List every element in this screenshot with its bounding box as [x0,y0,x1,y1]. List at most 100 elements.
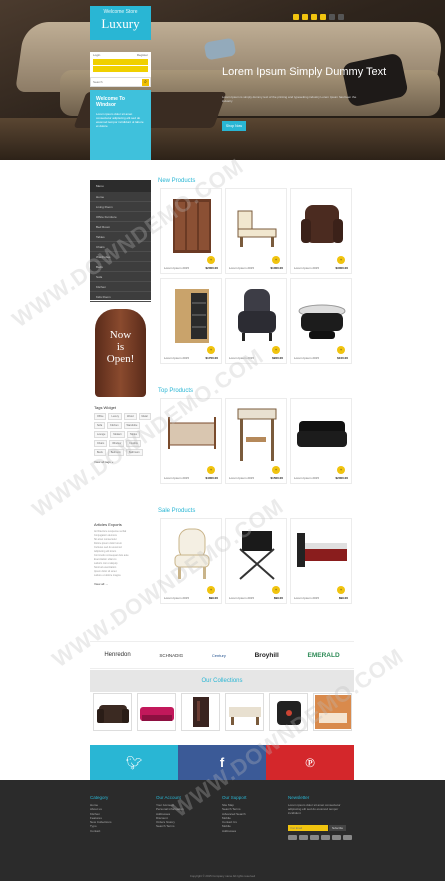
product-card[interactable]: + Lorem Ipsum 2015 $100.00 [290,278,352,364]
add-to-cart-icon[interactable]: + [337,586,345,594]
sidebar-item[interactable]: Tables [90,232,151,242]
tag-chip[interactable]: Modern [110,431,125,438]
tag-chip[interactable]: Tables [126,431,141,438]
collection-thumb[interactable] [269,693,308,731]
promo-banner[interactable]: Now is Open! [90,305,151,397]
add-to-cart-icon[interactable]: + [207,586,215,594]
tag-chip[interactable]: Sofa [94,422,106,429]
sidebar-item[interactable]: Living Room [90,202,151,212]
product-image[interactable] [230,193,284,257]
sidebar-item[interactable]: Office Furniture [90,212,151,222]
username-field[interactable] [93,59,148,65]
brand-century[interactable]: Century [212,653,226,658]
product-name[interactable]: Lorem Ipsum 2015 [164,356,189,360]
view-all-tags-link[interactable]: View all tags » [94,460,151,464]
tag-chip[interactable]: Luxury [108,413,122,420]
collection-thumb[interactable] [313,693,352,731]
product-name[interactable]: Lorem Ipsum 2015 [229,476,254,480]
twitter-icon[interactable]: 🐦︎ [90,745,178,780]
product-card[interactable]: + Lorem Ipsum 2015 $900.00 [225,278,287,364]
view-all-articles-link[interactable]: View all → [94,582,151,586]
search-input[interactable] [91,78,141,86]
tag-chip[interactable]: Wood [124,413,137,420]
slider-dot[interactable] [311,14,317,20]
add-to-cart-icon[interactable]: + [207,346,215,354]
collection-thumb[interactable] [93,693,132,731]
search-icon[interactable]: ⌕ [142,79,149,86]
product-image[interactable] [295,193,349,257]
facebook-icon[interactable]: f [178,745,266,780]
product-name[interactable]: Lorem Ipsum 2015 [229,596,254,600]
tag-chip[interactable]: Bedroom [107,449,124,456]
sidebar-item[interactable]: Wardrobes [90,252,151,262]
product-card[interactable]: + Lorem Ipsum 2015 $1500.00 [225,398,287,484]
product-card[interactable]: + Lorem Ipsum 2015 $99.00 [290,518,352,604]
tag-chip[interactable]: Kitchen [107,422,122,429]
product-name[interactable]: Lorem Ipsum 2015 [229,356,254,360]
site-logo[interactable]: Welcome Store Luxury [90,6,151,40]
add-to-cart-icon[interactable]: + [272,586,280,594]
shop-now-button[interactable]: Shop Now [222,121,246,131]
tag-chip[interactable]: Windsor [109,440,125,447]
tag-chip[interactable]: Flexible [126,440,142,447]
register-link[interactable]: Register [137,53,148,57]
collection-thumb[interactable] [181,693,220,731]
product-image[interactable] [230,283,284,347]
product-image[interactable] [165,523,219,587]
tag-chip[interactable]: Wardrobe [123,422,141,429]
tag-chip[interactable]: Lounge [94,431,109,438]
add-to-cart-icon[interactable]: + [207,256,215,264]
product-image[interactable] [165,403,219,467]
footer-link[interactable]: Personal information [156,807,184,811]
product-name[interactable]: Lorem Ipsum 2015 [294,476,319,480]
tag-chip[interactable]: Chairs [94,440,108,447]
add-to-cart-icon[interactable]: + [337,466,345,474]
password-field[interactable] [93,66,148,72]
slider-dot[interactable] [320,14,326,20]
add-to-cart-icon[interactable]: + [337,346,345,354]
sidebar-item[interactable]: Sofa [90,272,151,282]
product-name[interactable]: Lorem Ipsum 2015 [164,596,189,600]
login-link[interactable]: Login [93,53,100,57]
product-name[interactable]: Lorem Ipsum 2015 [164,476,189,480]
sidebar-item[interactable]: Bed Room [90,222,151,232]
sidebar-item[interactable]: Chairs [90,242,151,252]
product-card[interactable]: + Lorem Ipsum 2015 $99.00 [160,518,222,604]
sidebar-item[interactable]: Kitchen [90,282,151,292]
article-link[interactable]: Labore et dolore magna [94,574,151,578]
product-image[interactable] [230,523,284,587]
collection-thumb[interactable] [137,693,176,731]
product-image[interactable] [295,283,349,347]
product-card[interactable]: + Lorem Ipsum 2015 $2000.00 [290,398,352,484]
product-card[interactable]: + Lorem Ipsum 2015 $1000.00 [225,188,287,274]
product-image[interactable] [295,523,349,587]
product-image[interactable] [165,193,219,257]
add-to-cart-icon[interactable]: + [272,346,280,354]
product-name[interactable]: Lorem Ipsum 2015 [294,356,319,360]
brand-broyhill[interactable]: Broyhill [255,652,279,659]
slider-dot[interactable] [329,14,335,20]
sidebar-item[interactable]: Home [90,192,151,202]
slider-dot[interactable] [338,14,344,20]
footer-link[interactable]: Addresses [222,829,247,833]
product-card[interactable]: + Lorem Ipsum 2015 $1700.00 [160,278,222,364]
slider-dot[interactable] [293,14,299,20]
tag-chip[interactable]: Beds [94,449,106,456]
newsletter-email-input[interactable] [288,825,328,831]
tag-chip[interactable]: Metal [138,413,151,420]
collection-thumb[interactable] [225,693,264,731]
subscribe-button[interactable]: Subscribe [329,825,346,831]
footer-link[interactable]: Contact [90,829,112,833]
product-name[interactable]: Lorem Ipsum 2015 [164,266,189,270]
product-card[interactable]: + Lorem Ipsum 2015 $2000.00 [160,188,222,274]
add-to-cart-icon[interactable]: + [272,466,280,474]
add-to-cart-icon[interactable]: + [207,466,215,474]
footer-link[interactable]: Search Terms [156,824,184,828]
product-name[interactable]: Lorem Ipsum 2015 [294,266,319,270]
brand-henredon[interactable]: Henredon [104,652,130,658]
tag-chip[interactable]: Bathroom [125,449,143,456]
product-card[interactable]: + Lorem Ipsum 2015 $99.00 [225,518,287,604]
add-to-cart-icon[interactable]: + [337,256,345,264]
product-image[interactable] [165,283,219,347]
add-to-cart-icon[interactable]: + [272,256,280,264]
